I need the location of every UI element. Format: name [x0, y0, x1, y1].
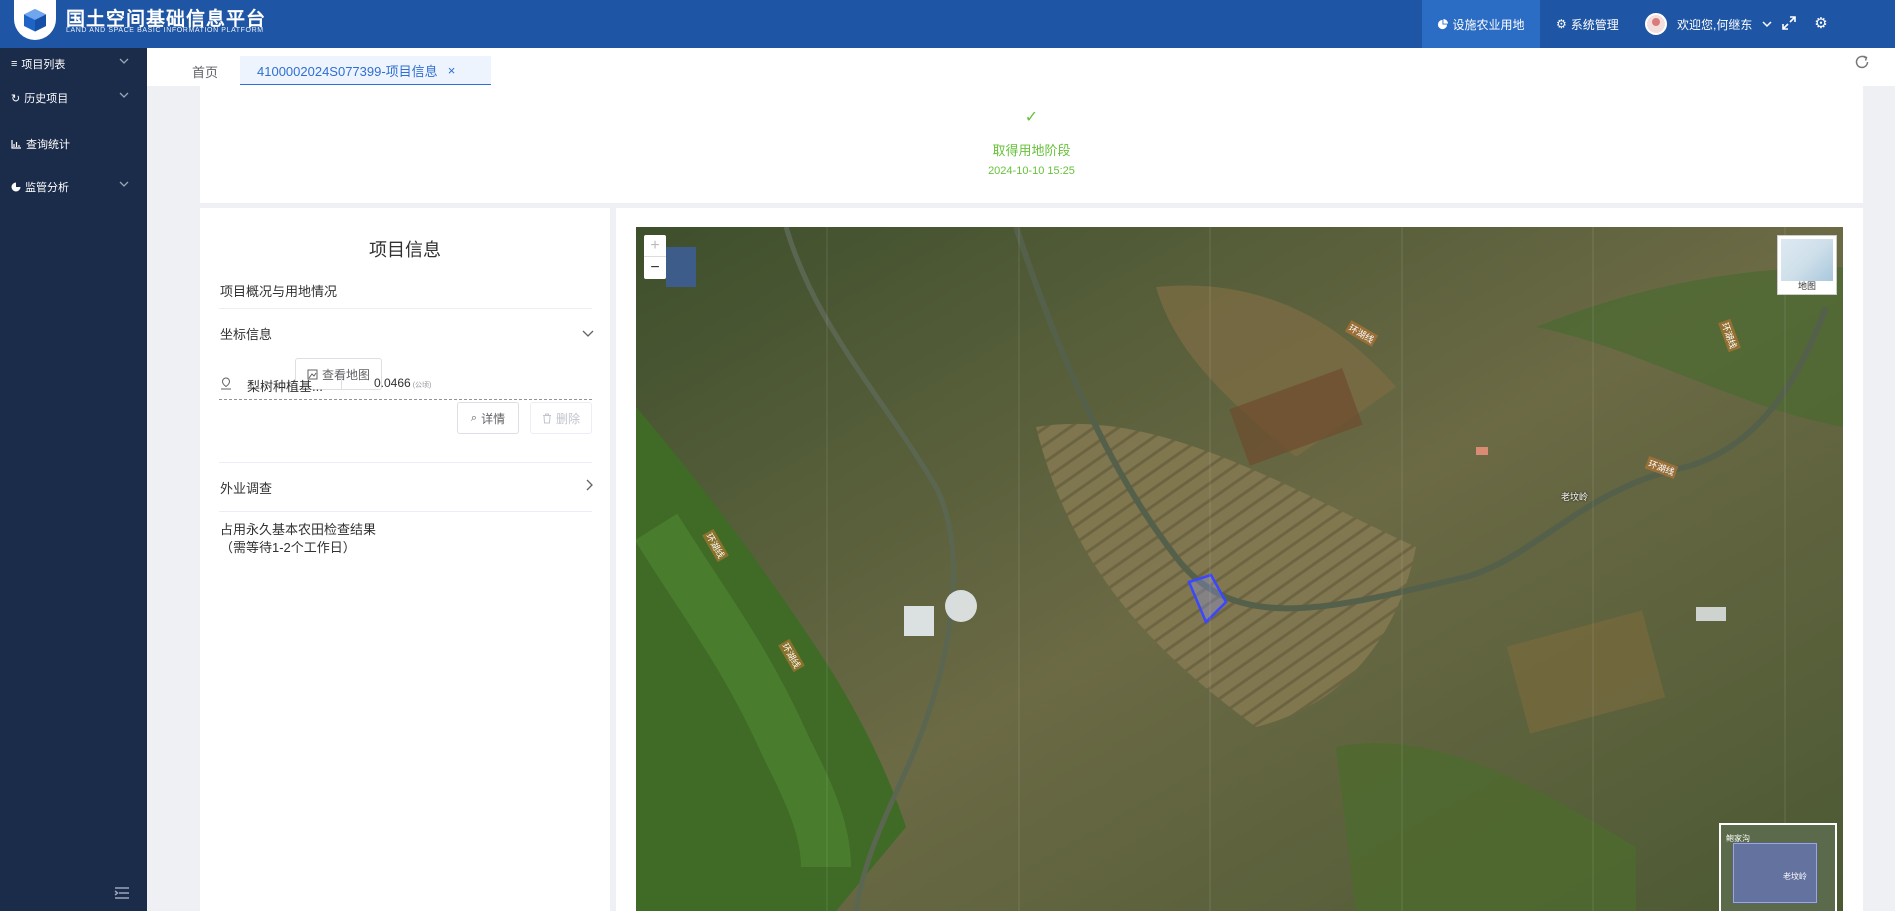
history-icon: ↻	[11, 92, 21, 105]
overview-section[interactable]: 项目概况与用地情况	[220, 281, 337, 300]
parcel-row: 梨树种植基... 0.0466 (公顷)	[219, 368, 592, 400]
sidebar-item-label: 查询统计	[26, 139, 70, 151]
zoom-control: + −	[644, 235, 666, 279]
search-icon: ⌕	[470, 411, 478, 424]
overview-label: 老坟岭	[1783, 872, 1807, 881]
list-icon: ≡	[11, 58, 18, 70]
map-panel: 环湖线 环湖线 环湖线 环湖线 环湖线 老坟岭 + − 地图 鲍家沟 老坟岭	[616, 208, 1863, 911]
collapse-menu-icon[interactable]	[114, 886, 130, 900]
farmland-check-title: 占用永久基本农田检查结果	[220, 522, 377, 537]
delete-button[interactable]: 删除	[530, 402, 592, 434]
user-greeting: 欢迎您,何继东	[1677, 17, 1753, 32]
sidebar-item-label: 监管分析	[25, 182, 69, 194]
sidebar-item-history[interactable]: ↻ 历史项目	[0, 86, 147, 110]
layer-switcher[interactable]: 地图	[1777, 235, 1837, 295]
layer-label: 地图	[1797, 281, 1816, 291]
chevron-right-icon[interactable]	[584, 479, 594, 491]
avatar	[1645, 13, 1667, 35]
logo	[14, 0, 56, 40]
field-survey-section[interactable]: 外业调查	[220, 478, 272, 497]
status-time: 2024-10-10 15:25	[988, 165, 1075, 177]
sidebar: ≡ 项目列表 ↻ 历史项目 查询统计 监管分析	[0, 48, 147, 911]
chevron-down-icon[interactable]	[582, 328, 594, 338]
parcel-area-value: 0.0466	[374, 376, 411, 390]
satellite-map[interactable]: 环湖线 环湖线 环湖线 环湖线 环湖线 老坟岭 + − 地图 鲍家沟 老坟岭	[636, 227, 1843, 911]
refresh-icon[interactable]	[1853, 53, 1871, 71]
nav-system-label: 系统管理	[1570, 17, 1619, 32]
tab-home[interactable]: 首页	[192, 56, 218, 86]
panel-title: 项目信息	[369, 240, 441, 260]
close-icon[interactable]: ×	[448, 63, 456, 78]
pie-chart-icon	[11, 182, 21, 192]
tab-bar: 首页 4100002024S077399-项目信息 ×	[147, 48, 1895, 86]
brand-subtitle: LAND AND SPACE BASIC INFORMATION PLATFOR…	[66, 27, 264, 34]
divider	[219, 462, 592, 463]
detail-button[interactable]: ⌕ 详情	[457, 402, 519, 434]
chevron-down-icon	[1762, 21, 1772, 28]
zoom-in-button[interactable]: +	[644, 235, 666, 257]
status-card: ✓ 取得用地阶段 2024-10-10 15:25	[200, 85, 1863, 203]
satellite-imagery	[636, 227, 1843, 911]
parcel-area-unit: (公顷)	[412, 382, 432, 389]
sidebar-item-label: 项目列表	[21, 59, 66, 71]
nav-facility-agri-land[interactable]: 设施农业用地	[1422, 0, 1540, 48]
sidebar-item-query-stats[interactable]: 查询统计	[0, 132, 147, 156]
overview-map[interactable]: 鲍家沟 老坟岭	[1719, 823, 1837, 911]
separator	[341, 378, 342, 390]
chevron-down-icon	[119, 58, 129, 64]
expand-icon[interactable]	[1778, 12, 1800, 34]
delete-label: 删除	[555, 411, 580, 426]
nav-facility-label: 设施农业用地	[1452, 17, 1525, 32]
sidebar-item-project-list[interactable]: ≡ 项目列表	[0, 52, 147, 76]
divider	[219, 308, 592, 309]
parcel-name: 梨树种植基...	[247, 379, 323, 394]
location-icon	[221, 377, 231, 390]
place-label: 老坟岭	[1561, 492, 1589, 502]
coords-section[interactable]: 坐标信息	[220, 324, 272, 343]
trash-icon	[542, 413, 551, 423]
status-stage: 取得用地阶段	[992, 143, 1071, 158]
sidebar-item-label: 历史项目	[24, 93, 69, 105]
parcel-area: 0.0466 (公顷)	[374, 376, 431, 390]
chevron-down-icon	[119, 181, 129, 187]
top-header: 国土空间基础信息平台 LAND AND SPACE BASIC INFORMAT…	[0, 0, 1895, 48]
tab-project-info-label: 4100002024S077399-项目信息	[257, 63, 438, 79]
detail-label: 详情	[481, 411, 506, 426]
sidebar-item-supervision[interactable]: 监管分析	[0, 175, 147, 199]
chevron-down-icon	[119, 92, 129, 98]
bar-chart-icon	[11, 140, 21, 149]
nav-system-management[interactable]: ⚙ 系统管理	[1556, 0, 1619, 48]
map-layer-thumbnail	[1781, 239, 1833, 281]
user-menu[interactable]: 欢迎您,何继东	[1645, 0, 1772, 48]
check-icon: ✓	[1024, 109, 1039, 126]
farmland-check-note: （需等待1-2个工作日）	[220, 540, 356, 555]
cube-logo-icon	[24, 9, 46, 32]
zoom-out-button[interactable]: −	[644, 257, 666, 279]
divider	[219, 511, 592, 512]
project-info-panel: 项目信息 项目概况与用地情况 坐标信息 查看地图 梨树种植基... 0.0466…	[200, 208, 610, 911]
gears-icon: ⚙	[1556, 17, 1567, 31]
overview-label: 鲍家沟	[1726, 834, 1750, 843]
settings-icon[interactable]: ⚙	[1810, 12, 1832, 34]
pie-icon	[1438, 18, 1449, 29]
tab-project-info[interactable]: 4100002024S077399-项目信息 ×	[240, 56, 491, 86]
